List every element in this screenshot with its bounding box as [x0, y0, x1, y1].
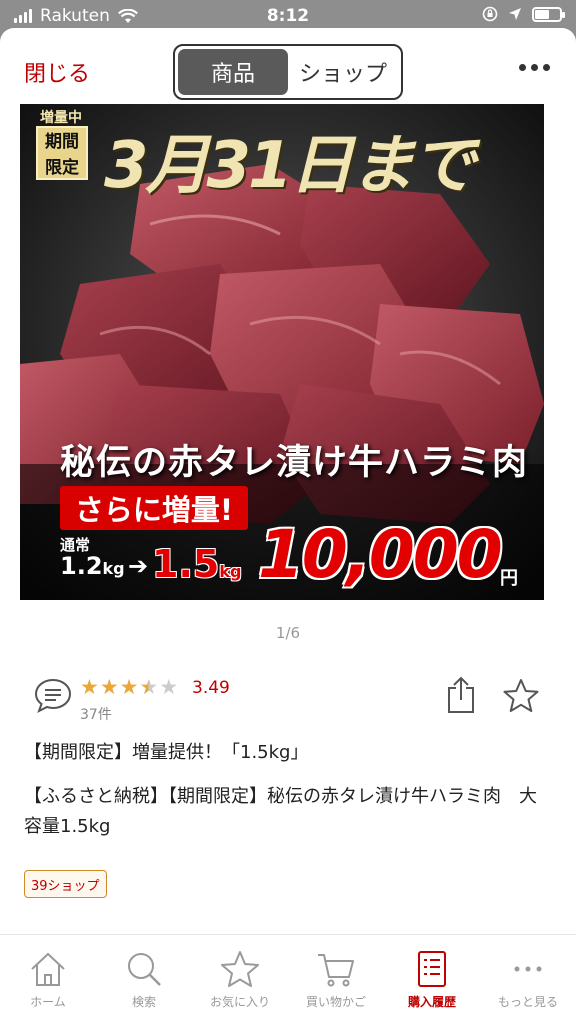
review-count[interactable]: 37件 — [80, 704, 112, 724]
star-icon: ★ — [80, 675, 99, 699]
star-empty-icon: ★ — [159, 675, 179, 699]
promo-text: 【期間限定】増量提供！「1.5kg」 — [24, 742, 309, 763]
product-image[interactable]: 増量中 期間 限定 3月31日まで 秘伝の赤タレ漬け牛ハラミ肉 さらに増量! 通… — [20, 104, 544, 600]
tab-home-label: ホーム — [30, 995, 66, 1009]
star-icon — [221, 951, 259, 987]
tab-home[interactable]: ホーム — [0, 935, 96, 1024]
tab-history-label: 購入履歴 — [407, 995, 456, 1009]
home-icon — [31, 952, 65, 986]
cart-icon — [318, 954, 354, 987]
product-title: 【ふるさと納税】【期間限定】秘伝の赤タレ漬け牛ハラミ肉 大容量1.5kg — [24, 786, 537, 837]
segment-shop[interactable]: ショップ — [288, 49, 398, 95]
battery-icon — [532, 6, 565, 22]
tab-cart-label: 買い物かご — [305, 995, 366, 1009]
shop-badge: 39ショップ — [24, 870, 107, 898]
rating-value: 3.49 — [192, 678, 230, 698]
more-icon — [514, 966, 542, 972]
badge-line-2: 限定 — [45, 158, 79, 178]
badge-line-1: 期間 — [45, 132, 79, 152]
favorite-star-icon[interactable] — [502, 678, 540, 714]
weight-old-value: 1.2 — [60, 552, 103, 580]
image-pager: 1/6 — [275, 624, 301, 642]
segmented-control: 商品 ショップ — [173, 44, 403, 100]
segment-product[interactable]: 商品 — [178, 49, 288, 95]
tab-cart[interactable]: 買い物かご — [288, 935, 384, 1024]
rating-stars: ★ ★ ★ ★ ★ — [80, 676, 178, 698]
badge-limited: 期間 限定 — [36, 126, 88, 180]
weight-new-value: 1.5 — [152, 542, 220, 586]
star-icon: ★ — [99, 675, 119, 699]
star-icon: ★ — [119, 675, 139, 699]
carrier-info: Rakuten — [14, 6, 214, 26]
tab-search[interactable]: 検索 — [96, 935, 192, 1024]
bottom-tab-bar: ホーム 検索 お気に入り 買い物かご 購入履歴 もっと見る — [0, 934, 576, 1024]
rotation-lock-icon — [482, 6, 498, 22]
increase-label: さらに増量! — [60, 486, 248, 530]
weight-new: 1.5kg — [152, 542, 241, 586]
tab-favorites-label: お気に入り — [209, 995, 270, 1009]
status-icons — [482, 6, 565, 22]
share-icon[interactable] — [446, 676, 476, 714]
product-sheet: 閉じる 商品 ショップ 増量中 期間 限定 3月31日まで 秘伝の赤タレ漬け牛ハ… — [0, 28, 576, 1024]
more-options-button[interactable] — [519, 64, 550, 71]
weight-old: 1.2kg — [60, 552, 125, 580]
close-button[interactable]: 閉じる — [24, 56, 90, 88]
star-half-icon: ★ — [139, 675, 159, 699]
tab-more-label: もっと見る — [497, 995, 558, 1009]
price-unit: 円 — [500, 568, 518, 589]
signal-icon — [14, 9, 32, 23]
weight-old-unit: kg — [102, 559, 125, 578]
deadline-text: 3月31日まで — [104, 129, 476, 203]
location-icon — [509, 8, 521, 20]
sheet-header: 閉じる 商品 ショップ — [0, 28, 576, 104]
search-icon — [128, 953, 161, 986]
weight-new-unit: kg — [219, 562, 242, 581]
tab-search-label: 検索 — [131, 995, 156, 1009]
tab-favorites[interactable]: お気に入り — [192, 935, 288, 1024]
badge-increase: 増量中 — [40, 110, 82, 126]
tab-history[interactable]: 購入履歴 — [384, 935, 480, 1024]
price: 10,000 — [258, 516, 503, 593]
hero-title: 秘伝の赤タレ漬け牛ハラミ肉 — [60, 443, 529, 483]
review-icon[interactable] — [34, 678, 72, 714]
wifi-icon — [117, 8, 138, 23]
tab-more[interactable]: もっと見る — [480, 935, 576, 1024]
arrow-icon: ➔ — [128, 552, 149, 580]
carrier-name: Rakuten — [40, 6, 110, 26]
history-icon — [418, 951, 446, 987]
